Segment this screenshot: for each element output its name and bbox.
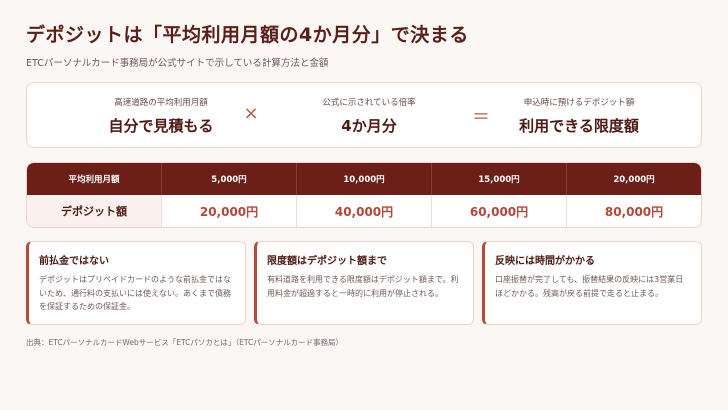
source-note: 出典：ETCパーソナルカードWebサービス「ETCパソカとは」（ETCパーソナル… bbox=[26, 338, 344, 347]
note-card-body: 有料道路を利用できる限度額はデポジット額まで。利用料金が超過すると一時的に利用が… bbox=[267, 275, 459, 298]
table-header-row: 平均利用月額 5,000円 10,000円 15,000円 20,000円 bbox=[27, 163, 701, 195]
page-title: デポジットは「平均利用月額の4か月分」で決まる bbox=[26, 24, 469, 46]
multiply-icon: × bbox=[243, 103, 259, 124]
note-card-limit: 限度額はデポジット額まで 有料道路を利用できる限度額はデポジット額まで。利用料金… bbox=[254, 241, 474, 325]
formula-card: 高速道路の平均利用月額 自分で見積もる × 公式に示されている倍率 4か月分 ＝… bbox=[26, 82, 702, 148]
page-subtitle: ETCパーソナルカード事務局が公式サイトで示している計算方法と金額 bbox=[26, 58, 329, 69]
table-cell: 40,000円 bbox=[296, 195, 431, 227]
formula-caption: 公式に示されている倍率 bbox=[322, 98, 416, 108]
table-cell: 80,000円 bbox=[566, 195, 701, 227]
formula-value: 4か月分 bbox=[341, 117, 397, 135]
formula-deposit: 申込時に預けるデポジット額 利用できる限度額 bbox=[489, 83, 669, 149]
table-row-label: デポジット額 bbox=[27, 195, 161, 227]
deposit-table: 平均利用月額 5,000円 10,000円 15,000円 20,000円 デポ… bbox=[26, 162, 702, 228]
formula-value: 利用できる限度額 bbox=[519, 117, 639, 135]
note-card-heading: 反映には時間がかかる bbox=[495, 256, 595, 267]
formula-multiplier: 公式に示されている倍率 4か月分 bbox=[279, 83, 459, 149]
table-cell: 20,000円 bbox=[161, 195, 296, 227]
note-card-heading: 前払金ではない bbox=[39, 256, 109, 267]
formula-caption: 高速道路の平均利用月額 bbox=[114, 98, 208, 108]
table-header-cell: 15,000円 bbox=[431, 163, 566, 195]
note-card-reflection-delay: 反映には時間がかかる 口座振替が完了しても、振替結果の反映には3営業日ほどかかる… bbox=[482, 241, 702, 325]
table-header-cell: 平均利用月額 bbox=[68, 175, 120, 185]
table-header-cell: 20,000円 bbox=[566, 163, 701, 195]
note-card-body: 口座振替が完了しても、振替結果の反映には3営業日ほどかかる。残高が戻る前提で走る… bbox=[495, 275, 684, 298]
table-header-cell: 5,000円 bbox=[161, 163, 296, 195]
table-header-cell: 10,000円 bbox=[296, 163, 431, 195]
note-card-not-prepaid: 前払金ではない デポジットはプリペイドカードのような前払金ではないため、通行料の… bbox=[26, 241, 246, 325]
note-card-heading: 限度額はデポジット額まで bbox=[267, 256, 387, 267]
formula-value: 自分で見積もる bbox=[108, 117, 214, 135]
note-card-body: デポジットはプリペイドカードのような前払金ではないため、通行料の支払いには使えな… bbox=[39, 275, 231, 311]
formula-monthly-average: 高速道路の平均利用月額 自分で見積もる bbox=[71, 83, 251, 149]
table-cell: 60,000円 bbox=[431, 195, 566, 227]
formula-caption: 申込時に預けるデポジット額 bbox=[523, 98, 635, 108]
table-row: デポジット額 20,000円 40,000円 60,000円 80,000円 bbox=[27, 195, 701, 227]
